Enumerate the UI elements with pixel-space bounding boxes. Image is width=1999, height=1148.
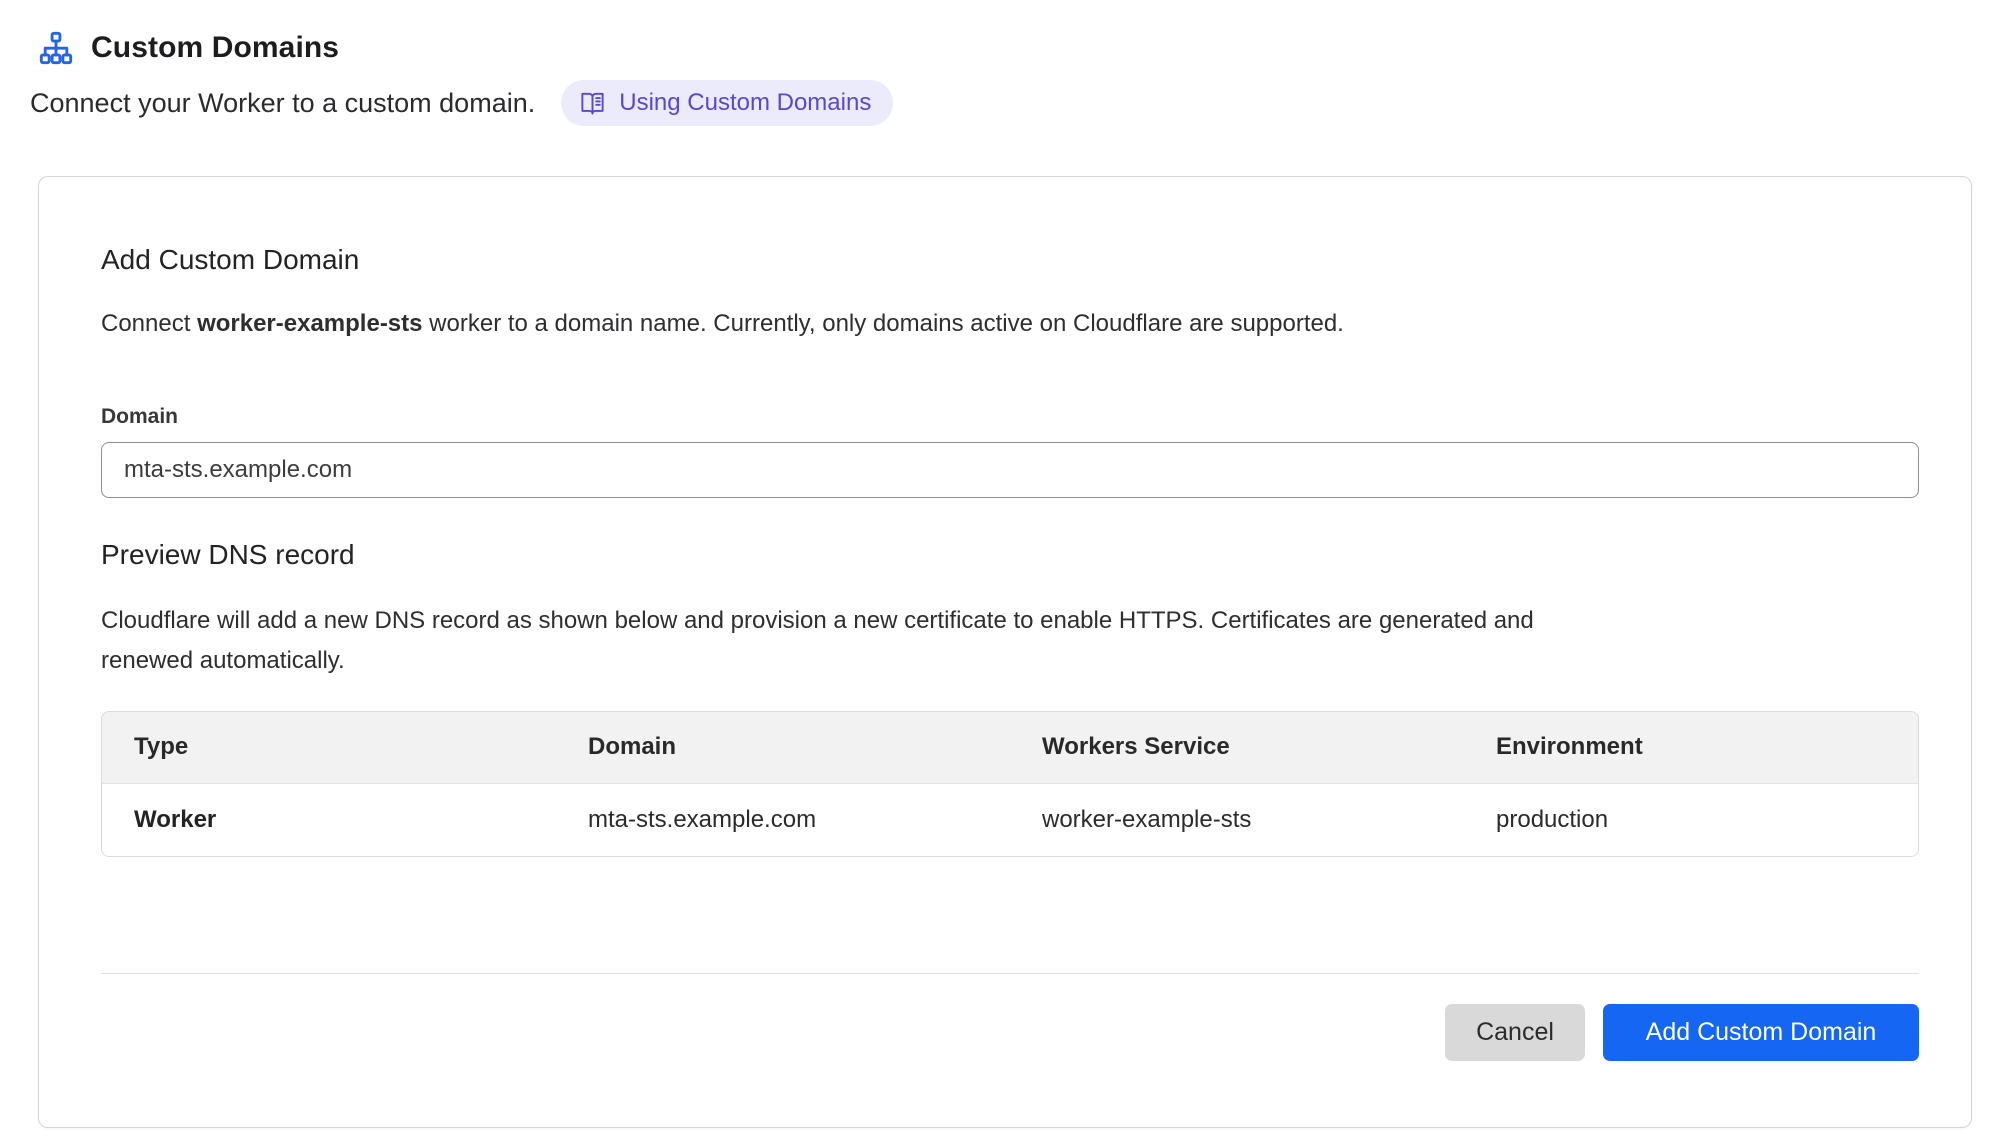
page-subtitle: Connect your Worker to a custom domain.	[30, 88, 535, 119]
column-header-environment: Environment	[1464, 712, 1918, 783]
add-custom-domain-button[interactable]: Add Custom Domain	[1603, 1004, 1919, 1061]
add-custom-domain-card: Add Custom Domain Connect worker-example…	[38, 176, 1972, 1128]
cell-domain: mta-sts.example.com	[556, 783, 1010, 856]
cell-environment: production	[1464, 783, 1918, 856]
page-header: Custom Domains Connect your Worker to a …	[30, 30, 1971, 126]
dns-preview-table: Type Domain Workers Service Environment …	[101, 711, 1919, 857]
page-title-row: Custom Domains	[38, 30, 1971, 66]
card-heading: Add Custom Domain	[101, 244, 1919, 276]
page-subtitle-row: Connect your Worker to a custom domain. …	[30, 80, 1971, 126]
column-header-type: Type	[102, 712, 556, 783]
description-suffix: worker to a domain name. Currently, only…	[423, 310, 1344, 337]
column-header-workers-service: Workers Service	[1010, 712, 1464, 783]
cell-workers-service: worker-example-sts	[1010, 783, 1464, 856]
sitemap-icon	[38, 30, 74, 66]
docs-link-badge[interactable]: Using Custom Domains	[561, 80, 893, 126]
worker-name: worker-example-sts	[197, 310, 422, 337]
table-row: Worker mta-sts.example.com worker-exampl…	[102, 783, 1918, 856]
footer-divider	[101, 973, 1919, 974]
cell-type: Worker	[102, 783, 556, 856]
column-header-domain: Domain	[556, 712, 1010, 783]
preview-dns-heading: Preview DNS record	[101, 539, 1919, 571]
open-book-icon	[579, 90, 606, 117]
docs-badge-label: Using Custom Domains	[619, 89, 871, 117]
preview-dns-description: Cloudflare will add a new DNS record as …	[101, 601, 1551, 681]
table-header-row: Type Domain Workers Service Environment	[102, 712, 1918, 783]
cancel-button[interactable]: Cancel	[1445, 1004, 1585, 1061]
description-prefix: Connect	[101, 310, 197, 337]
card-description: Connect worker-example-sts worker to a d…	[101, 307, 1919, 341]
domain-input[interactable]	[101, 442, 1919, 498]
footer-actions: Cancel Add Custom Domain	[101, 1004, 1919, 1061]
page-title: Custom Domains	[91, 31, 339, 65]
domain-label: Domain	[101, 405, 1919, 429]
